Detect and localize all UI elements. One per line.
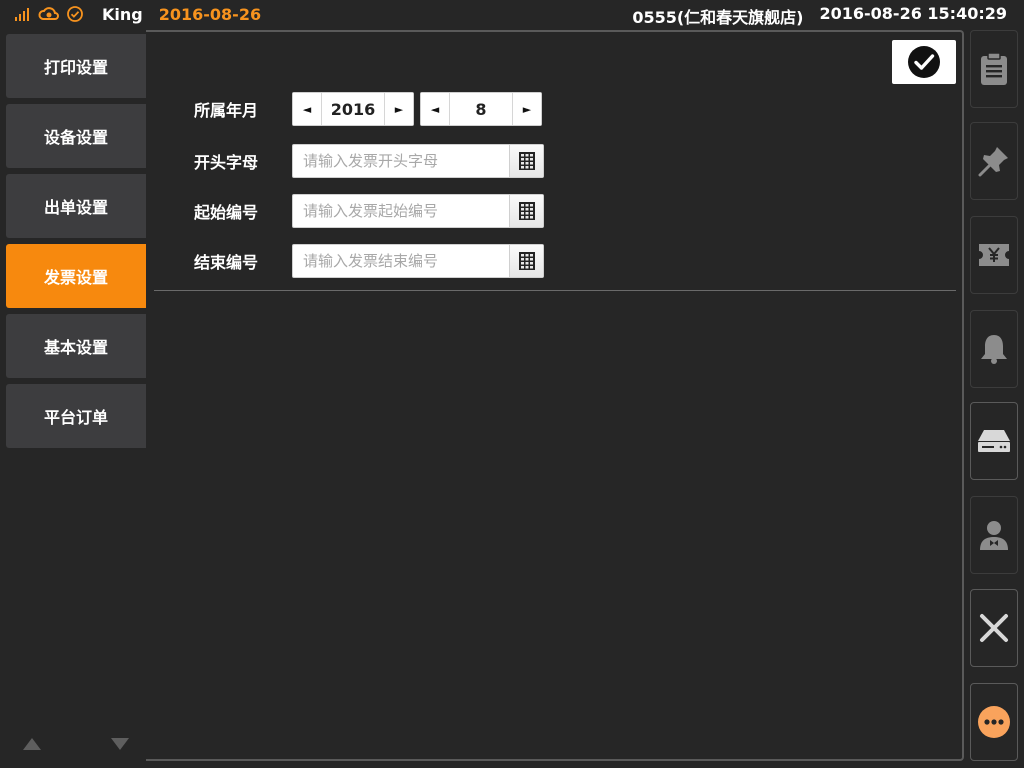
sidebar-item-print-settings[interactable]: 打印设置 [6,34,146,98]
waiter-icon [980,521,1008,550]
bell-icon [981,335,1007,364]
cloud-sync-icon [38,5,60,23]
sidebar-item-basic-settings[interactable]: 基本设置 [6,314,146,378]
month-prev-button[interactable]: ◄ [421,93,450,125]
year-next-button[interactable]: ► [384,93,413,125]
year-stepper: ◄ 2016 ► [292,92,414,126]
drive-icon [978,430,1010,452]
more-icon [978,706,1010,738]
signal-icon [14,6,32,22]
check-circle-icon [908,46,940,78]
current-datetime: 2016-08-26 15:40:29 [819,4,1007,23]
end-number-keypad-button[interactable] [509,245,543,277]
prefix-input[interactable] [293,145,509,177]
month-value: 8 [475,99,487,119]
year-month-row: 所属年月 ◄ 2016 ► ◄ 8 ► [194,92,542,126]
sidebar-item-invoice-settings[interactable]: 发票设置 [6,244,146,308]
more-button[interactable] [970,683,1018,761]
sidebar-item-label: 发票设置 [43,268,108,287]
close-icon [980,614,1008,642]
sidebar-item-device-settings[interactable]: 设备设置 [6,104,146,168]
waiter-button[interactable] [970,496,1018,574]
settings-sidebar: 打印设置 设备设置 出单设置 发票设置 基本设置 平台订单 [6,34,146,454]
sidebar-item-label: 设备设置 [43,128,108,147]
keypad-icon [518,202,535,220]
pin-icon [978,147,1008,177]
ticket-yen-icon [979,244,1009,266]
prefix-row: 开头字母 [194,144,544,178]
sidebar-item-order-output-settings[interactable]: 出单设置 [6,174,146,238]
status-icons [14,5,84,23]
prefix-label: 开头字母 [194,153,259,172]
user-name: King [102,4,143,24]
year-prev-button[interactable]: ◄ [293,93,322,125]
business-date: 2016-08-26 [158,4,262,24]
prefix-keypad-button[interactable] [509,145,543,177]
status-bar: King 2016-08-26 0555(仁和春天旗舰店) 2016-08-26… [0,0,1024,28]
end-number-input[interactable] [293,245,509,277]
confirm-button[interactable] [892,40,956,84]
invoice-settings-panel: 所属年月 ◄ 2016 ► ◄ 8 ► 开头字母 请输入发票开头字母 起始编号 … [146,30,964,761]
sidebar-item-label: 出单设置 [43,198,108,217]
start-number-row: 起始编号 [194,194,544,228]
coupon-button[interactable] [970,216,1018,294]
start-number-input[interactable] [293,195,509,227]
start-number-field [292,194,544,228]
scroll-up-button[interactable] [22,736,42,755]
year-month-label: 所属年月 [194,101,259,120]
orders-button[interactable] [970,30,1018,108]
sidebar-item-label: 平台订单 [43,408,108,427]
year-value: 2016 [330,99,376,119]
sidebar-item-platform-orders[interactable]: 平台订单 [6,384,146,448]
status-right: 0555(仁和春天旗舰店) 2016-08-26 15:40:29 [632,4,1007,28]
sidebar-scroll-controls [22,736,132,756]
pin-button[interactable] [970,122,1018,200]
scroll-down-button[interactable] [110,736,130,755]
month-stepper: ◄ 8 ► [420,92,542,126]
form-divider [154,290,956,291]
cash-drawer-button[interactable] [970,402,1018,480]
check-circle-icon [66,5,84,23]
keypad-icon [518,152,535,170]
start-number-keypad-button[interactable] [509,195,543,227]
month-next-button[interactable]: ► [512,93,541,125]
notifications-button[interactable] [970,310,1018,388]
store-name: 0555(仁和春天旗舰店) [632,8,804,27]
close-button[interactable] [970,589,1018,667]
clipboard-icon [981,52,1007,85]
keypad-icon [518,252,535,270]
sidebar-item-label: 基本设置 [43,338,108,357]
start-number-label: 起始编号 [194,203,259,222]
end-number-label: 结束编号 [194,253,259,272]
end-number-field [292,244,544,278]
end-number-row: 结束编号 [194,244,544,278]
sidebar-item-label: 打印设置 [43,58,108,77]
prefix-field [292,144,544,178]
